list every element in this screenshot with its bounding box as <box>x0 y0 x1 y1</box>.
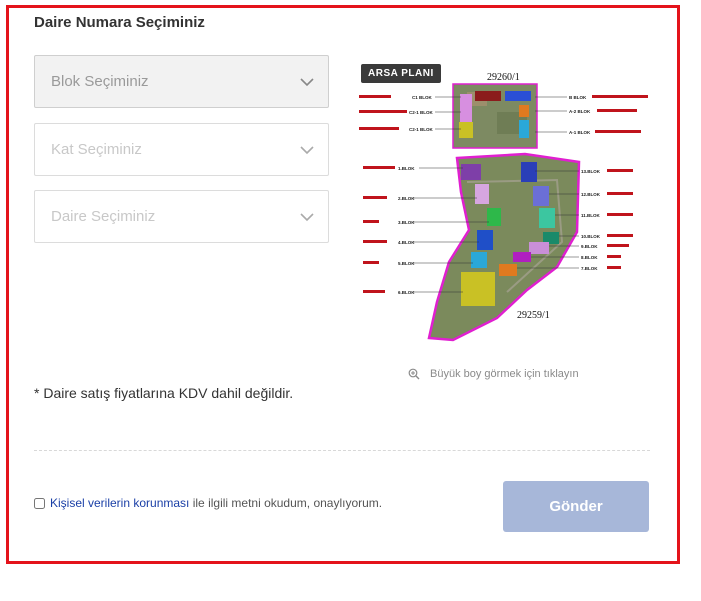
block-label: 4.BLOK <box>398 240 415 245</box>
zoom-link-text: Büyük boy görmek için tıklayın <box>430 368 579 380</box>
form-title: Daire Numara Seçiminiz <box>34 14 205 31</box>
chevron-down-icon <box>300 213 314 222</box>
block-select[interactable]: Blok Seçiminiz <box>34 55 329 108</box>
submit-button[interactable]: Gönder <box>503 481 649 532</box>
price-note: * Daire satış fiyatlarına KDV dahil deği… <box>34 385 294 401</box>
block-label: C2-1 BLOK <box>409 110 434 115</box>
consent-row: Kişisel verilerin korunması ile ilgili m… <box>34 496 382 510</box>
block-label: 13.BLOK <box>581 169 601 174</box>
site-plan-image[interactable]: 29260/1 29259/1 C1 BLOK C2-1 BLOK C2-1 B… <box>357 62 657 347</box>
block-label: 7.BLOK <box>581 266 598 271</box>
chevron-down-icon <box>300 146 314 155</box>
block-label: A-1 BLOK <box>569 130 591 135</box>
parcel-label-bottom: 29259/1 <box>517 310 550 321</box>
block-label: B BLOK <box>569 95 587 100</box>
block-label: C2-1 BLOK <box>409 127 434 132</box>
zoom-in-icon <box>408 368 420 380</box>
apartment-select[interactable]: Daire Seçiminiz <box>34 190 329 243</box>
consent-checkbox[interactable] <box>34 497 45 509</box>
kvkk-link[interactable]: Kişisel verilerin korunması <box>50 496 189 510</box>
floor-select-label: Kat Seçiminiz <box>51 141 142 158</box>
zoom-link[interactable]: Büyük boy görmek için tıklayın <box>408 368 579 380</box>
consent-text-wrap: Kişisel verilerin korunması ile ilgili m… <box>50 496 382 510</box>
block-label: 2.BLOK <box>398 196 415 201</box>
block-label: A-2 BLOK <box>569 109 591 114</box>
chevron-down-icon <box>300 78 314 87</box>
block-label: 9.BLOK <box>581 244 598 249</box>
block-label: 12.BLOK <box>581 192 601 197</box>
floor-select[interactable]: Kat Seçiminiz <box>34 123 329 176</box>
apartment-select-label: Daire Seçiminiz <box>51 208 156 225</box>
site-plan-badge: ARSA PLANI <box>361 64 441 83</box>
block-label: 3.BLOK <box>398 220 415 225</box>
block-select-label: Blok Seçiminiz <box>51 73 149 90</box>
block-label: C1 BLOK <box>412 95 433 100</box>
block-label: 11.BLOK <box>581 213 601 218</box>
consent-text: ile ilgili metni okudum, onaylıyorum. <box>189 496 383 510</box>
block-label: 5.BLOK <box>398 261 415 266</box>
parcel-label-top: 29260/1 <box>487 72 520 83</box>
site-plan-drawing: 29260/1 29259/1 C1 BLOK C2-1 BLOK C2-1 B… <box>359 72 648 342</box>
divider <box>34 450 650 451</box>
block-label: 6.BLOK <box>398 290 415 295</box>
block-label: 10.BLOK <box>581 234 601 239</box>
block-label: 8.BLOK <box>581 255 598 260</box>
block-label: 1.BLOK <box>398 166 415 171</box>
